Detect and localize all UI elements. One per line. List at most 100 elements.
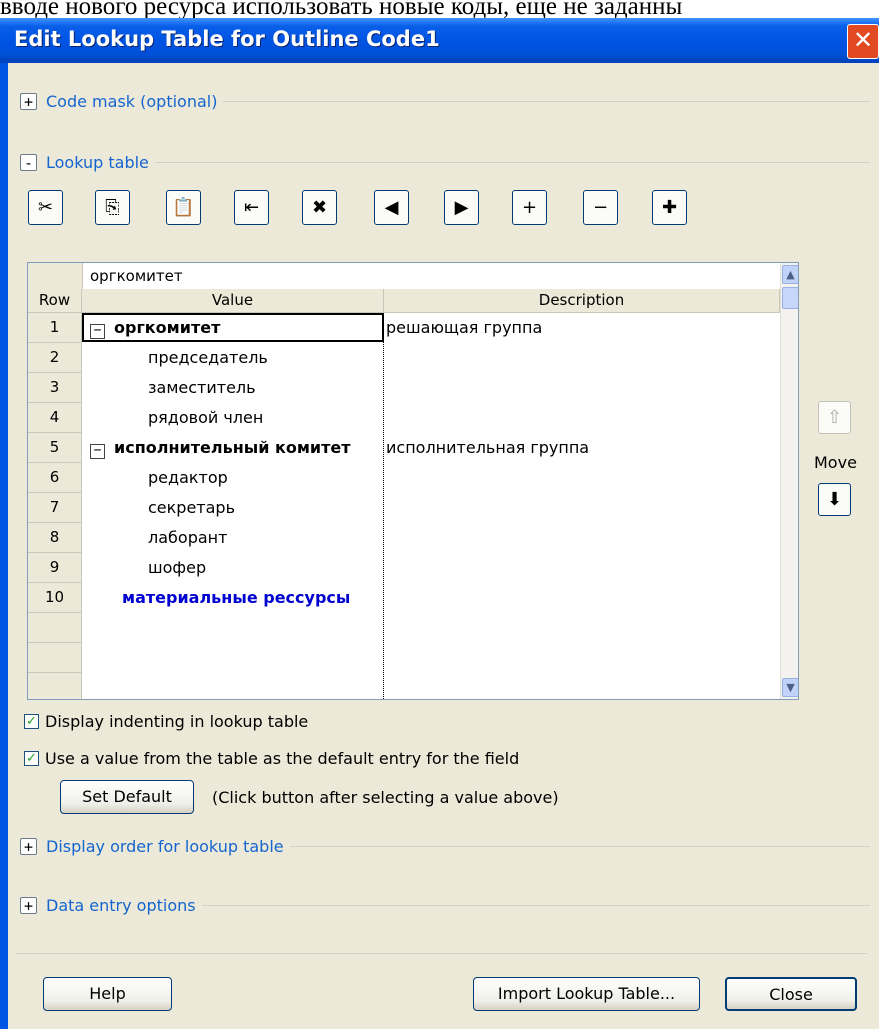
cut-icon: ✂ <box>37 197 54 218</box>
row-number[interactable]: 7 <box>28 493 82 523</box>
cut-button[interactable]: ✂ <box>28 190 63 225</box>
paste-button[interactable]: 📋 <box>166 190 201 225</box>
title-bar[interactable]: Edit Lookup Table for Outline Code1 ✕ <box>0 18 879 63</box>
row-number[interactable]: 1 <box>28 313 82 343</box>
window-title: Edit Lookup Table for Outline Code1 <box>14 27 440 51</box>
vertical-scrollbar[interactable]: ▲ ▼ <box>780 263 798 699</box>
description-cell[interactable] <box>384 373 782 403</box>
code-mask-label[interactable]: Code mask (optional) <box>46 92 217 111</box>
description-cell[interactable] <box>384 673 782 699</box>
value-cell[interactable] <box>82 643 383 673</box>
close-button[interactable]: Close <box>725 977 857 1011</box>
description-cell[interactable] <box>384 583 782 613</box>
description-cell[interactable]: исполнительная группа <box>384 433 782 463</box>
expand-code-mask-toggle[interactable]: + <box>20 93 37 110</box>
move-up-button[interactable]: ⇧ <box>818 401 851 434</box>
value-text: заместитель <box>148 378 256 397</box>
expand-data-entry-toggle[interactable]: + <box>20 897 37 914</box>
move-label: Move <box>814 453 857 472</box>
collapse-button[interactable]: − <box>583 190 618 225</box>
value-text: исполнительный комитет <box>114 438 351 457</box>
scroll-thumb[interactable] <box>782 287 798 309</box>
value-cell[interactable]: секретарь <box>82 493 383 523</box>
description-cell[interactable] <box>384 643 782 673</box>
data-entry-label[interactable]: Data entry options <box>46 896 196 915</box>
row-number[interactable]: 6 <box>28 463 82 493</box>
lookup-grid[interactable]: оргкомитет Row Value Description 1− оргко… <box>27 262 799 700</box>
expand-button[interactable]: + <box>512 190 547 225</box>
description-cell[interactable] <box>384 403 782 433</box>
row-number[interactable] <box>28 673 82 699</box>
value-cell[interactable]: материальные рессурсы <box>82 583 383 613</box>
description-cell[interactable] <box>384 343 782 373</box>
value-text: рядовой член <box>148 408 264 427</box>
column-separator <box>383 313 384 699</box>
delete-row-icon: ✖ <box>311 197 328 218</box>
value-cell[interactable]: лаборант <box>82 523 383 553</box>
value-cell[interactable]: редактор <box>82 463 383 493</box>
use-default-label: Use a value from the table as the defaul… <box>45 749 520 768</box>
row-number[interactable]: 10 <box>28 583 82 613</box>
description-cell[interactable] <box>384 553 782 583</box>
set-default-button[interactable]: Set Default <box>60 780 194 814</box>
row-number[interactable]: 4 <box>28 403 82 433</box>
lookup-table-label[interactable]: Lookup table <box>46 153 149 172</box>
section-divider <box>201 905 870 906</box>
copy-button[interactable]: ⎘ <box>95 190 130 225</box>
expand-display-order-toggle[interactable]: + <box>20 838 37 855</box>
delete-row-button[interactable]: ✖ <box>302 190 337 225</box>
expand-all-button[interactable]: ✚ <box>652 190 687 225</box>
section-divider <box>223 101 870 102</box>
value-cell[interactable]: председатель <box>82 343 383 373</box>
description-cell[interactable] <box>384 493 782 523</box>
cell-edit-bar[interactable]: оргкомитет <box>28 263 780 290</box>
value-cell[interactable]: шофер <box>82 553 383 583</box>
footer-divider <box>16 953 867 954</box>
collapse-node-icon[interactable]: − <box>90 444 105 459</box>
value-text: шофер <box>148 558 207 577</box>
scroll-down-arrow[interactable]: ▼ <box>782 678 798 697</box>
description-cell[interactable] <box>384 463 782 493</box>
description-column-header[interactable]: Description <box>384 289 780 313</box>
indent-button[interactable]: ▶ <box>444 190 479 225</box>
collapse-icon: − <box>592 197 609 218</box>
outdent-button[interactable]: ◀ <box>374 190 409 225</box>
value-cell[interactable]: − исполнительный комитет <box>82 433 383 463</box>
outdent-icon: ◀ <box>384 197 399 218</box>
value-cell[interactable]: заместитель <box>82 373 383 403</box>
close-window-button[interactable]: ✕ <box>847 24 879 59</box>
row-number[interactable]: 3 <box>28 373 82 403</box>
row-number[interactable]: 2 <box>28 343 82 373</box>
value-text: секретарь <box>148 498 236 517</box>
section-lookup-table: - Lookup table <box>20 153 870 172</box>
row-number[interactable]: 9 <box>28 553 82 583</box>
use-default-checkbox[interactable]: ✓ <box>24 751 39 766</box>
value-cell[interactable] <box>82 613 383 643</box>
row-number[interactable] <box>28 613 82 643</box>
insert-row-button[interactable]: ⇤ <box>234 190 269 225</box>
cell-edit-value[interactable]: оргкомитет <box>90 267 183 285</box>
description-cell[interactable] <box>384 613 782 643</box>
use-default-option[interactable]: ✓ Use a value from the table as the defa… <box>24 749 519 768</box>
move-down-button[interactable]: ⬇ <box>818 483 851 516</box>
help-button[interactable]: Help <box>43 977 172 1011</box>
import-lookup-table-button[interactable]: Import Lookup Table... <box>473 977 700 1011</box>
value-cell[interactable]: рядовой член <box>82 403 383 433</box>
description-cell[interactable]: решающая группа <box>384 313 782 343</box>
value-cell[interactable] <box>82 673 383 699</box>
section-code-mask: + Code mask (optional) <box>20 92 870 111</box>
value-column-header[interactable]: Value <box>82 289 384 313</box>
row-number[interactable] <box>28 643 82 673</box>
row-number[interactable]: 5 <box>28 433 82 463</box>
display-indenting-option[interactable]: ✓ Display indenting in lookup table <box>24 712 308 731</box>
collapse-lookup-table-toggle[interactable]: - <box>20 154 37 171</box>
scroll-up-arrow[interactable]: ▲ <box>782 265 798 284</box>
insert-row-icon: ⇤ <box>243 197 260 218</box>
description-cell[interactable] <box>384 523 782 553</box>
section-divider <box>289 846 870 847</box>
display-order-label[interactable]: Display order for lookup table <box>46 837 284 856</box>
row-number[interactable]: 8 <box>28 523 82 553</box>
dialog-client-area: + Code mask (optional) - Lookup table ✂ ⎘… <box>8 63 879 1029</box>
display-indenting-checkbox[interactable]: ✓ <box>24 714 39 729</box>
paste-icon: 📋 <box>172 197 195 218</box>
